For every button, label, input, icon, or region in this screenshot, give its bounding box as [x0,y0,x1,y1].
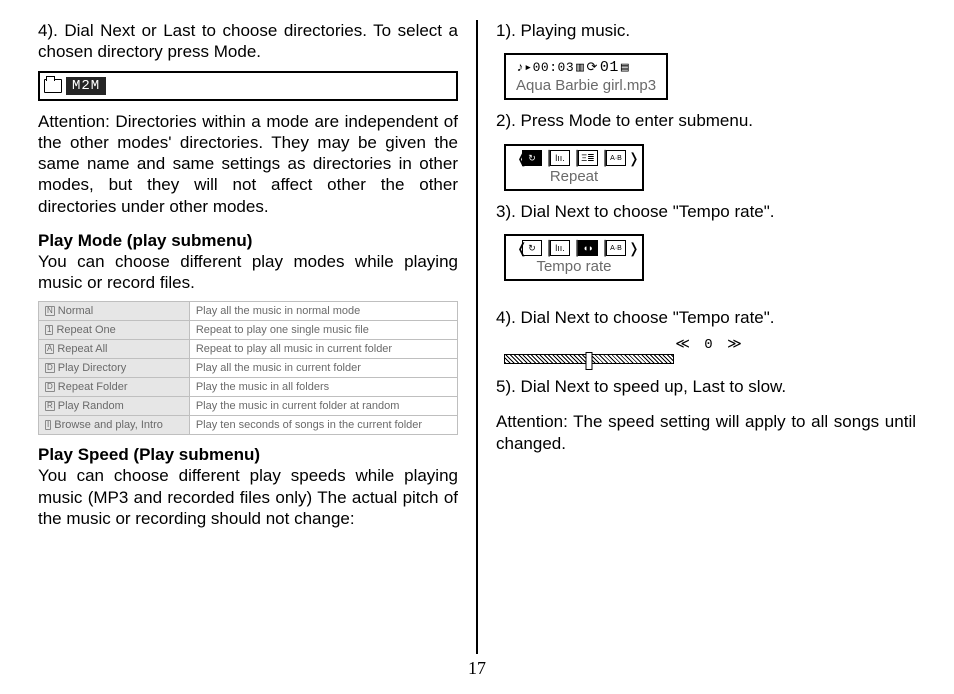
music-icon: ♪▸00:03 [516,60,574,75]
column-divider [476,20,478,654]
scroll-right-icon: ❭ [628,150,632,167]
mode-name: Play Directory [58,362,126,374]
page-number: 17 [0,654,954,679]
scroll-left-icon: ❬ [516,150,520,167]
submenu-icons-row: ❬ ↻ ⎟ lıı. ⎟ ◖◗ ⎟ A·B ❭ [516,240,632,257]
lcd-filename: Aqua Barbie girl.mp3 [516,77,656,94]
lcd-m2m-screen: M2M [38,71,458,101]
table-row: NNormal Play all the music in normal mode [39,302,458,321]
ab-icon: A·B [606,150,626,166]
step-2-label: 2). Press Mode to enter submenu. [496,110,916,131]
left-column: 4). Dial Next or Last to choose director… [28,20,468,654]
play-speed-heading: Play Speed (Play submenu) [38,445,458,465]
mode-desc: Play the music in current folder at rand… [189,397,457,416]
mode-desc: Repeat to play one single music file [189,321,457,340]
card-icon: ▤ [621,60,629,75]
lcd-submenu-repeat: ❬ ↻ ⎟ lıı. ⎟ Ξ≣ ⎟ A·B ❭ Repeat [504,144,644,191]
tempo-icon: Ξ≣ [578,150,598,166]
ab-icon: A·B [606,240,626,256]
lcd-status-row: ♪▸00:03 ▥ ⟳ 01 ▤ [516,59,656,76]
submenu-icons-row: ❬ ↻ ⎟ lıı. ⎟ Ξ≣ ⎟ A·B ❭ [516,150,632,167]
play-mode-text: You can choose different play modes whil… [38,251,458,294]
mode-name: Repeat All [57,343,107,355]
submenu-tempo-label: Tempo rate [516,258,632,275]
mode-name: Repeat Folder [58,381,128,393]
mode-icon: 1 [45,325,53,335]
scroll-right-icon: ❭ [628,240,632,257]
equalizer-icon: lıı. [550,150,570,166]
mode-desc: Play all the music in current folder [189,359,457,378]
repeat-mode-icon: ⟳ [586,60,597,75]
mode-desc: Play all the music in normal mode [189,302,457,321]
table-row: DRepeat Folder Play the music in all fold… [39,378,458,397]
repeat-icon: ↻ [522,150,542,166]
folder-icon [44,79,62,93]
mode-desc: Repeat to play all music in current fold… [189,340,457,359]
tempo-icon: ◖◗ [578,240,598,256]
submenu-repeat-label: Repeat [516,168,632,185]
play-mode-heading: Play Mode (play submenu) [38,231,458,251]
table-row: RPlay Random Play the music in current fo… [39,397,458,416]
table-row: IBrowse and play, Intro Play ten seconds … [39,416,458,435]
scroll-left-icon: ❬ [516,240,520,257]
track-number: 01 [600,59,619,76]
lcd-m2m-label: M2M [66,77,106,95]
lcd-submenu-tempo: ❬ ↻ ⎟ lıı. ⎟ ◖◗ ⎟ A·B ❭ Tempo rate [504,234,644,281]
table-row: ARepeat All Repeat to play all music in c… [39,340,458,359]
step-4-text: 4). Dial Next or Last to choose director… [38,20,458,63]
mode-desc: Play the music in all folders [189,378,457,397]
mode-icon: R [45,401,55,411]
tempo-value: ≪ 0 ≫ [504,336,916,353]
lcd-playing-screen: ♪▸00:03 ▥ ⟳ 01 ▤ Aqua Barbie girl.mp3 [504,53,668,100]
mode-name: Repeat One [56,324,115,336]
tempo-rate-slider-box: ≪ 0 ≫ [504,336,916,364]
step-5-label: 5). Dial Next to speed up, Last to slow. [496,376,916,397]
mode-icon: A [45,344,54,354]
attention-directories: Attention: Directories within a mode are… [38,111,458,217]
equalizer-icon: lıı. [550,240,570,256]
tempo-slider [504,354,674,364]
play-speed-text: You can choose different play speeds whi… [38,465,458,529]
step-3-label: 3). Dial Next to choose "Tempo rate". [496,201,916,222]
page-body: 4). Dial Next or Last to choose director… [0,0,954,654]
right-column: 1). Playing music. ♪▸00:03 ▥ ⟳ 01 ▤ Aqua… [486,20,926,654]
table-row: 1Repeat One Repeat to play one single mus… [39,321,458,340]
step-4-label: 4). Dial Next to choose "Tempo rate". [496,307,916,328]
attention-speed: Attention: The speed setting will apply … [496,411,916,454]
play-mode-table: NNormal Play all the music in normal mode… [38,301,458,435]
mode-icon: N [45,306,55,316]
mode-desc: Play ten seconds of songs in the current… [189,416,457,435]
step-1-label: 1). Playing music. [496,20,916,41]
battery-icon: ▥ [576,60,584,75]
repeat-icon: ↻ [522,240,542,256]
mode-icon: I [45,420,51,430]
mode-name: Play Random [58,400,124,412]
table-row: DPlay Directory Play all the music in cur… [39,359,458,378]
mode-icon: D [45,382,55,392]
mode-name: Normal [58,305,93,317]
mode-name: Browse and play, Intro [54,419,163,431]
mode-icon: D [45,363,55,373]
